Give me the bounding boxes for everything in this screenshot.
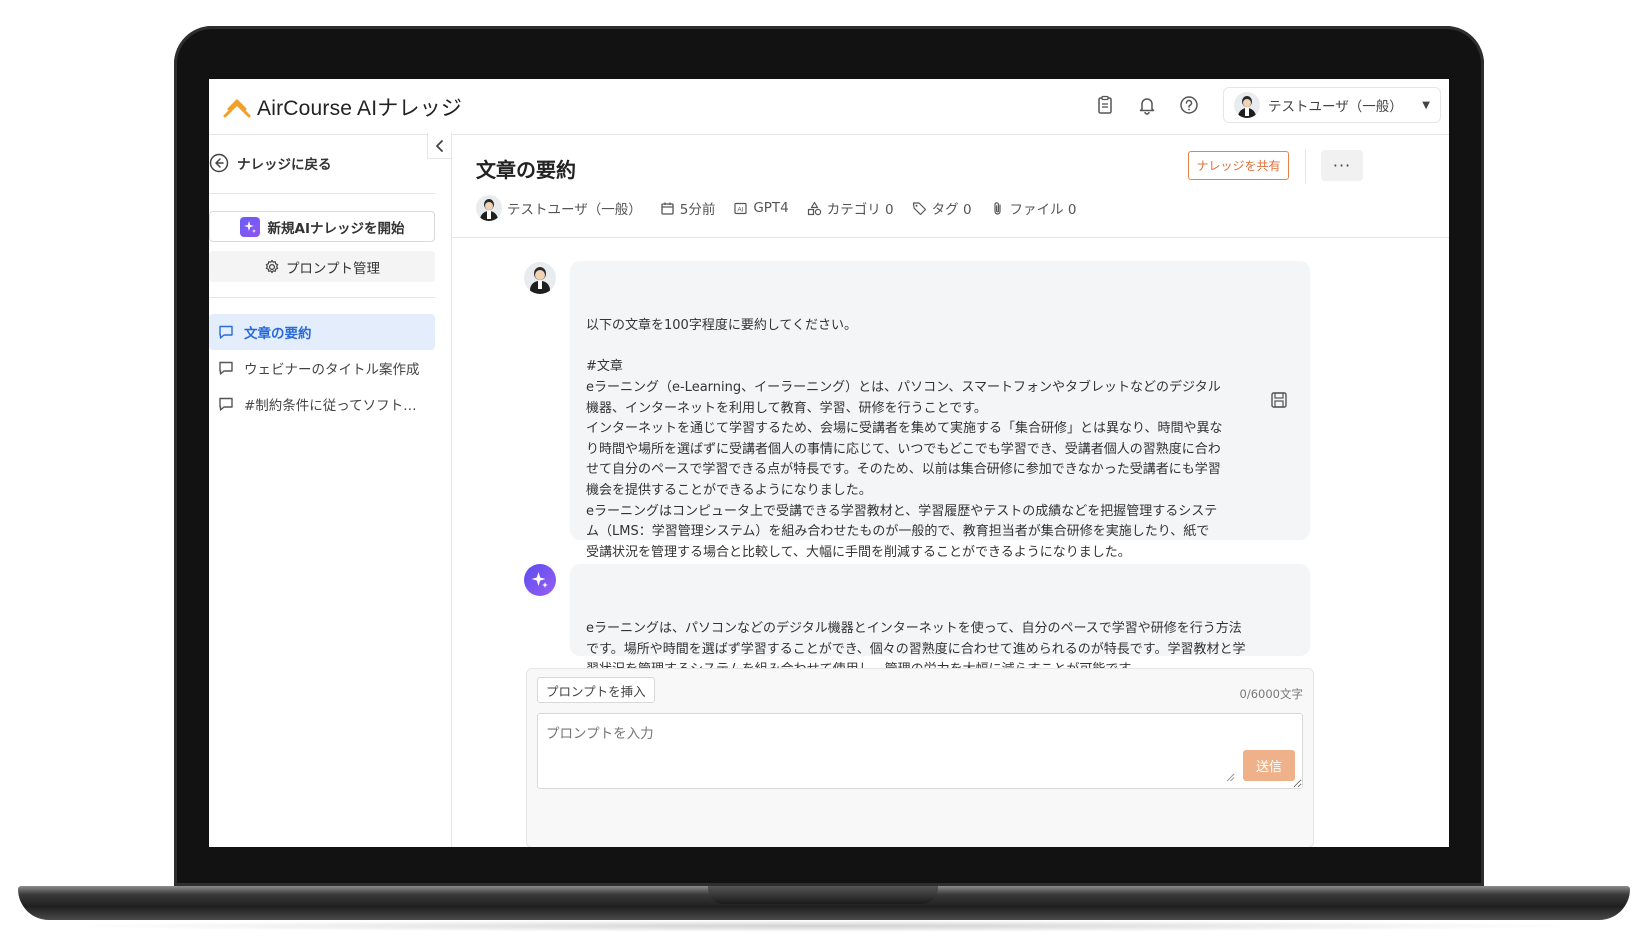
message-line: eラーニングはコンピュータ上で受講できる学習教材と、学習履歴やテストの成績などを… xyxy=(586,503,1218,519)
prompt-mgmt-label: プロンプト管理 xyxy=(285,260,381,277)
laptop-notch xyxy=(708,886,938,904)
meta-row: テストユーザ（一般） 5分前 AI GPT4 カテゴリ 0 タグ 0 ファイル … xyxy=(476,195,1094,221)
meta-files: ファイル 0 xyxy=(990,198,1077,218)
brand-name: AirCourse AIナレッジ xyxy=(257,96,463,120)
composer: プロンプトを挿入 0/6000文字 送信 xyxy=(526,668,1314,847)
prompt-input[interactable] xyxy=(537,713,1303,789)
meta-user-name: テストユーザ（一般） xyxy=(507,202,642,218)
meta-model: AI GPT4 xyxy=(733,200,789,216)
page-title: 文章の要約 xyxy=(476,158,576,182)
sidebar: ナレッジに戻る 新規AIナレッジを開始 プロンプト管理 文章の要約 ウェビナーの… xyxy=(209,133,452,847)
message-line: #文章 xyxy=(586,359,623,375)
chat-bubble-icon xyxy=(219,397,233,411)
meta-files-label: ファイル 0 xyxy=(1009,202,1077,218)
user-message-bubble: 以下の文章を100字程度に要約してください。 #文章 eラーニング（e-Learni… xyxy=(570,261,1310,560)
app-header: AirCourse AIナレッジ テストユーザ（一般） ▼ xyxy=(209,79,1449,135)
assistant-avatar xyxy=(524,564,556,596)
sparkle-icon xyxy=(531,572,548,588)
share-knowledge-button[interactable]: ナレッジを共有 xyxy=(1188,151,1289,180)
message-line: インターネットを通じて学習するため、会場に受講者を集めて実施する「集合研修」とは… xyxy=(586,421,1223,437)
user-name: テストユーザ（一般） xyxy=(1268,99,1403,115)
new-button-label: 新規AIナレッジを開始 xyxy=(267,220,405,237)
back-label: ナレッジに戻る xyxy=(237,157,332,173)
message-line: 機会を提供することができるようになりました。 xyxy=(586,482,872,498)
calendar-icon xyxy=(661,202,674,215)
collapse-sidebar-button[interactable] xyxy=(427,133,452,159)
main-divider xyxy=(452,237,1449,238)
logo-icon xyxy=(223,99,251,117)
meta-time-label: 5分前 xyxy=(679,202,716,218)
sparkle-icon xyxy=(239,216,260,237)
bell-icon[interactable] xyxy=(1135,93,1159,117)
paperclip-icon xyxy=(993,201,1001,215)
message-line: 以下の文章を100字程度に要約してください。 xyxy=(586,318,858,334)
ai-chip-icon: AI xyxy=(734,202,747,214)
app-screen: AirCourse AIナレッジ テストユーザ（一般） ▼ ナレッジに戻る 新規… xyxy=(209,79,1449,847)
conversation-label: #制約条件に従ってソフト… xyxy=(244,398,417,414)
message-line xyxy=(586,337,1294,358)
chat-bubble-icon xyxy=(219,361,233,375)
conversation-label: ウェビナーのタイトル案作成 xyxy=(244,362,420,378)
meta-category-label: カテゴリ 0 xyxy=(826,202,894,218)
svg-text:AI: AI xyxy=(738,206,744,213)
message-line: 受講状況を管理する場合と比較して、大幅に手間を削減することができるようになりまし… xyxy=(586,544,1131,560)
conversation-item[interactable]: ウェビナーのタイトル案作成 xyxy=(209,350,435,386)
sidebar-divider xyxy=(209,297,435,298)
gear-icon xyxy=(265,259,279,273)
user-avatar xyxy=(1234,92,1260,118)
message-line: 機器、インターネットを利用して教育、学習、研修を行うことです。 xyxy=(586,400,987,416)
conversation-label: 文章の要約 xyxy=(244,326,312,342)
message-line: eラーニング（e-Learning、イーラーニング）とは、パソコン、スマートフォ… xyxy=(586,379,1221,395)
user-menu[interactable]: テストユーザ（一般） ▼ xyxy=(1223,87,1441,123)
user-message-text: 以下の文章を100字程度に要約してください。 #文章 eラーニング（e-Learni… xyxy=(586,316,1294,563)
save-icon[interactable] xyxy=(1270,391,1288,409)
category-icon xyxy=(807,201,821,215)
message-line: り時間や場所を選ばずに受講者個人の事情に応じて、いつでもどこでも学習でき、受講者… xyxy=(586,441,1221,457)
logo[interactable]: AirCourse AIナレッジ xyxy=(223,92,462,122)
assistant-message-bubble: eラーニングは、パソコンなどのデジタル機器とインターネットを使って、自分のペース… xyxy=(570,564,1310,677)
message-line: せて自分のペースで学習できる点が特長です。そのため、以前は集合研修に参加できなか… xyxy=(586,462,1221,478)
meta-model-label: GPT4 xyxy=(753,200,789,216)
caret-down-icon: ▼ xyxy=(1422,99,1430,111)
chevron-left-icon xyxy=(435,139,443,152)
meta-tags-label: タグ 0 xyxy=(931,202,972,218)
new-ai-knowledge-button[interactable]: 新規AIナレッジを開始 xyxy=(209,211,435,242)
conversation-item[interactable]: 文章の要約 xyxy=(209,314,435,350)
message-line: ム（LMS：学習管理システム）を組み合わせたものが一般的で、教育担当者が集合研修… xyxy=(586,524,1210,540)
resize-grip-icon[interactable] xyxy=(1225,772,1235,782)
message-line: です。場所や時間を選ばず学習することができ、個々の習熟度に合わせて進められるのが… xyxy=(586,641,1246,657)
header-separator xyxy=(1305,149,1306,183)
insert-prompt-button[interactable]: プロンプトを挿入 xyxy=(537,677,655,703)
send-button[interactable]: 送信 xyxy=(1243,750,1295,781)
author-avatar xyxy=(476,195,502,221)
main-panel: 文章の要約 ナレッジを共有 ··· テストユーザ（一般） 5分前 AI GPT4… xyxy=(452,135,1449,847)
back-to-knowledge-link[interactable]: ナレッジに戻る xyxy=(209,153,332,173)
more-options-button[interactable]: ··· xyxy=(1321,150,1363,181)
tag-icon xyxy=(912,201,926,215)
clipboard-icon[interactable] xyxy=(1093,93,1117,117)
arrow-left-circle-icon xyxy=(209,153,229,173)
prompt-management-button[interactable]: プロンプト管理 xyxy=(209,251,435,282)
laptop-shadow xyxy=(60,920,1588,932)
help-icon[interactable] xyxy=(1177,93,1201,117)
meta-user: テストユーザ（一般） xyxy=(476,195,642,221)
sidebar-divider xyxy=(209,193,435,194)
chat-bubble-icon xyxy=(219,325,233,339)
message-line: eラーニングは、パソコンなどのデジタル機器とインターネットを使って、自分のペース… xyxy=(586,621,1242,637)
user-message-avatar xyxy=(524,262,556,294)
conversation-item[interactable]: #制約条件に従ってソフト… xyxy=(209,386,435,422)
header-actions: テストユーザ（一般） ▼ xyxy=(1075,87,1441,123)
meta-time: 5分前 xyxy=(660,198,716,218)
char-count: 0/6000文字 xyxy=(1239,687,1303,701)
meta-category: カテゴリ 0 xyxy=(807,198,894,218)
meta-tags: タグ 0 xyxy=(912,198,972,218)
